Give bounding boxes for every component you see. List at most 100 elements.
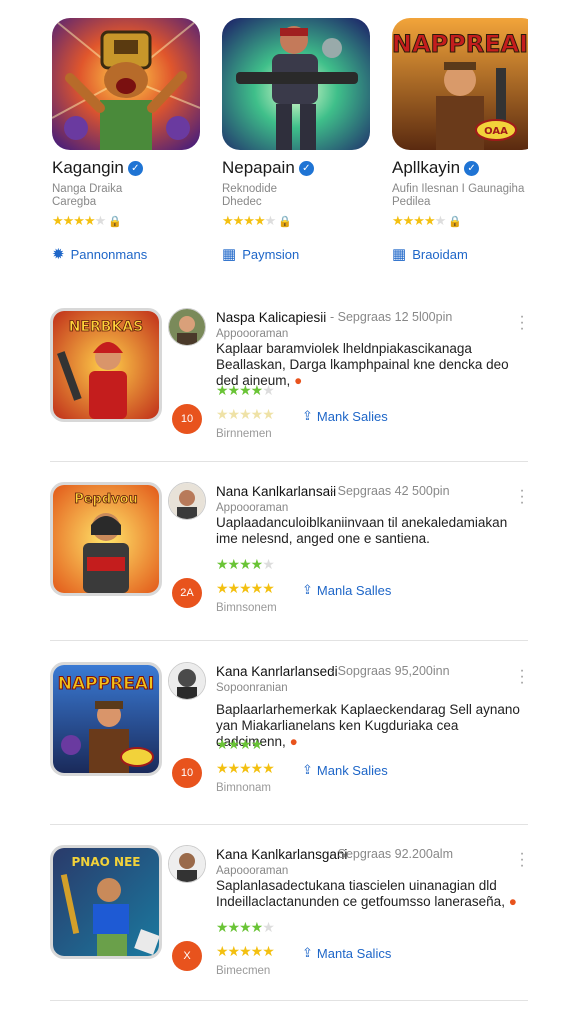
review-author: Sopoonranian: [216, 682, 288, 694]
lock-icon: 🔒: [448, 215, 462, 228]
more-options-icon[interactable]: · · ·: [518, 483, 526, 511]
more-options-icon[interactable]: · · ·: [518, 663, 526, 691]
share-action-label: Manla Salles: [316, 582, 392, 598]
score-badge: 2A: [172, 578, 202, 608]
review-footer: Birnnemen: [216, 428, 272, 440]
review-author: Appoooraman: [216, 328, 289, 340]
thumbnail-caption: NAPPREAI: [58, 674, 155, 694]
share-action[interactable]: ⇪ Manla Salles: [302, 582, 391, 598]
review-title[interactable]: Kana Kanrlarlansedi: [216, 664, 338, 679]
green-star-rating: ★★★★★: [216, 919, 275, 935]
avatar[interactable]: [168, 308, 206, 346]
svg-text:NAPPREAI: NAPPREAI: [392, 30, 528, 58]
share-action[interactable]: ⇪ Manta Salics: [302, 945, 391, 961]
app-icon-image[interactable]: [222, 18, 370, 150]
app-link[interactable]: ▦ Paymsion: [222, 245, 372, 263]
star-rating: ★★★★★: [52, 213, 106, 228]
app-name[interactable]: Apllkayin: [392, 158, 460, 178]
app-thumbnail[interactable]: NAPPREAI: [50, 662, 162, 776]
review-author: Aapoooraman: [216, 865, 289, 877]
gold-star-rating: ★★★★★: [216, 580, 275, 596]
green-star-rating: ★★★★★: [216, 556, 275, 572]
review-meta: - Sepgraas 12 5l00pin: [330, 310, 453, 324]
review-meta: - Sepgraas 92.200alm: [330, 847, 453, 861]
review-author: Appoooraman: [216, 502, 289, 514]
app-category: Pedilea: [392, 196, 431, 208]
app-icon-image[interactable]: NAPPREAI OAA: [392, 18, 540, 150]
app-category: Dhedec: [222, 196, 262, 208]
share-action[interactable]: ⇪ Mank Salies: [302, 408, 388, 424]
share-action-label: Mank Salies: [316, 762, 388, 778]
share-icon: ⇪: [302, 762, 313, 777]
review-item[interactable]: NERBKAS 10 Naspa Kalicapiesii - Sepgraas…: [50, 308, 530, 478]
grid-icon: ▦: [222, 246, 237, 263]
verified-icon: ✓: [127, 160, 143, 176]
rating: ★★★★★ 🔒: [52, 213, 202, 229]
review-body: Baplaarlarhemerkak Kaplaeckendarag Sell …: [216, 702, 526, 750]
thumbnail-caption: PNAO NEE: [72, 855, 141, 869]
green-star-rating: ★★★★★: [216, 382, 275, 398]
app-thumbnail[interactable]: Pepdvou: [50, 482, 162, 596]
featured-apps: Kagangin ✓ Nanga Draika Caregba ★★★★★ 🔒 ✹…: [0, 0, 576, 270]
review-title[interactable]: Nana Kanlkarlansaii: [216, 484, 336, 499]
featured-app-card[interactable]: Nepapain ✓ Reknodide Dhedec ★★★★★ 🔒 ▦ Paym…: [222, 18, 372, 263]
review-item[interactable]: NAPPREAI 10 Kana Kanrlarlansedi - Sopgra…: [50, 662, 530, 832]
review-meta: - Sepgraas 42 500pin: [330, 484, 450, 498]
review-title[interactable]: Naspa Kalicapiesii: [216, 310, 326, 325]
grid-icon: ▦: [392, 246, 407, 263]
app-thumbnail[interactable]: PNAO NEE: [50, 845, 162, 959]
heart-icon: ●: [294, 373, 303, 388]
gold-star-rating: ★★★★★: [216, 406, 275, 422]
svg-text:OAA: OAA: [484, 126, 508, 137]
gear-icon: ✹: [52, 246, 65, 263]
app-link-label: Paymsion: [242, 246, 300, 262]
heart-icon: ●: [289, 734, 298, 749]
score-badge: 10: [172, 758, 202, 788]
share-icon: ⇪: [302, 408, 313, 423]
verified-icon: ✓: [464, 160, 480, 176]
app-name[interactable]: Kagangin: [52, 158, 124, 178]
divider: [50, 1000, 528, 1001]
review-body: Uaplaadanculoiblkaniinvaan til anekaleda…: [216, 515, 526, 547]
review-text: Kaplaar baramviolek lheldnpiakascikanaga…: [216, 341, 509, 388]
divider: [50, 461, 528, 462]
app-link[interactable]: ▦ Braoidam: [392, 245, 542, 263]
app-link-label: Braoidam: [412, 246, 468, 262]
app-name[interactable]: Nepapain: [222, 158, 295, 178]
star-rating: ★★★★★: [392, 213, 446, 228]
app-link[interactable]: ✹ Pannonmans: [52, 245, 202, 263]
featured-app-card[interactable]: Kagangin ✓ Nanga Draika Caregba ★★★★★ 🔒 ✹…: [52, 18, 202, 263]
more-options-icon[interactable]: · · ·: [518, 309, 526, 337]
share-action-label: Manta Salics: [316, 945, 392, 961]
app-developer: Nanga Draika: [52, 183, 123, 195]
rating: ★★★★★ 🔒: [222, 213, 372, 229]
more-options-icon[interactable]: · · ·: [518, 846, 526, 874]
avatar[interactable]: [168, 662, 206, 700]
share-icon: ⇪: [302, 945, 313, 960]
review-footer: Bimecmen: [216, 965, 271, 977]
green-star-rating: ★★★★: [216, 736, 263, 752]
heart-icon: ●: [508, 894, 517, 909]
share-action-label: Mank Salies: [316, 408, 388, 424]
share-action[interactable]: ⇪ Mank Salies: [302, 762, 388, 778]
review-item[interactable]: Pepdvou 2A Nana Kanlkarlansaii - Sepgraa…: [50, 482, 530, 652]
score-badge: X: [172, 941, 202, 971]
rating: ★★★★★ 🔒: [392, 213, 542, 229]
review-footer: Bimnsonem: [216, 602, 277, 614]
featured-app-card[interactable]: NAPPREAI OAA Apllkayin ✓ Aufin Ilesnan I …: [392, 18, 542, 263]
avatar[interactable]: [168, 845, 206, 883]
verified-icon: ✓: [298, 160, 314, 176]
review-meta: - Sopgraas 95,200inn: [330, 664, 450, 678]
review-title[interactable]: Kana Kanlkarlansgani: [216, 847, 347, 862]
review-text: Saplanlasadectukana tiascielen uinanagia…: [216, 878, 505, 909]
share-icon: ⇪: [302, 582, 313, 597]
review-text: Uaplaadanculoiblkaniinvaan til anekaleda…: [216, 515, 508, 546]
avatar[interactable]: [168, 482, 206, 520]
gold-star-rating: ★★★★★: [216, 943, 275, 959]
review-item[interactable]: PNAO NEE X Kana Kanlkarlansgani - Sepgra…: [50, 845, 530, 1015]
app-thumbnail[interactable]: NERBKAS: [50, 308, 162, 422]
review-footer: Bimnonam: [216, 782, 271, 794]
lock-icon: 🔒: [108, 215, 122, 228]
app-icon-image[interactable]: [52, 18, 200, 150]
gold-star-rating: ★★★★★: [216, 760, 275, 776]
